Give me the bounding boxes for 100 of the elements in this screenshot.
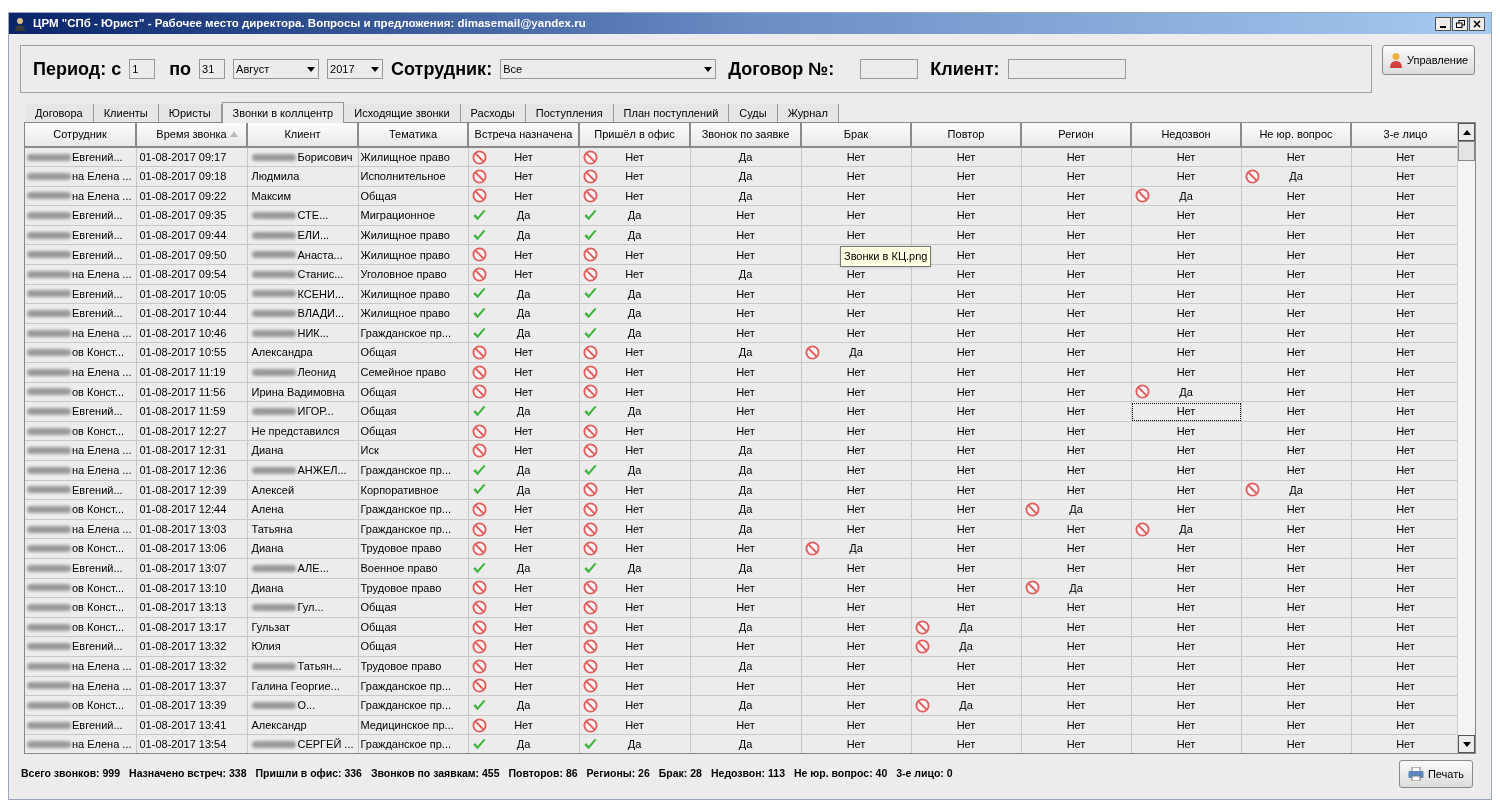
tab[interactable]: Договора — [25, 104, 94, 122]
to-field[interactable]: 31 — [199, 59, 226, 79]
time-cell-text: 01-08-2017 13:37 — [138, 679, 227, 692]
tab[interactable]: Расходы — [460, 104, 526, 122]
flag-cell-text: Нет — [956, 325, 976, 341]
flag-cell-text: Нет — [1066, 404, 1086, 420]
client-cell-text: ИГОР... — [297, 404, 334, 420]
flag-cell-text: Нет — [846, 463, 866, 479]
minimize-button[interactable] — [1435, 16, 1451, 31]
tab[interactable]: Поступления — [525, 104, 614, 122]
flag-cell-text: Нет — [625, 149, 644, 165]
time-cell-text: 01-08-2017 13:06 — [138, 542, 227, 555]
tab[interactable]: Суды — [729, 104, 778, 122]
year-dropdown[interactable]: 2017 — [327, 59, 384, 79]
scroll-thumb[interactable] — [1458, 141, 1475, 161]
summary-stat: Всего звонков: 999 — [21, 766, 121, 782]
employee-cell-text: на Елена ... — [72, 678, 132, 694]
column-header[interactable]: Регион — [1021, 123, 1131, 147]
flag-cell-text: Нет — [956, 423, 976, 439]
employee-cell-text: ов Конст... — [72, 502, 125, 518]
employee-cell-text: Евгений... — [72, 247, 123, 263]
flag-cell-text: Нет — [1396, 580, 1415, 596]
employee-cell-text: ов Конст... — [72, 541, 125, 557]
flag-cell-text: Нет — [1286, 698, 1306, 714]
client-cell-text: Гул... — [297, 600, 324, 616]
flag-cell-text: Да — [738, 561, 753, 576]
tab[interactable]: Юристы — [158, 104, 222, 122]
column-header[interactable]: Сотрудник — [25, 123, 136, 147]
topic-cell-text: Жилищное право — [359, 287, 450, 300]
column-header[interactable]: Не юр. вопрос — [1241, 123, 1351, 147]
flag-cell-text: Нет — [1066, 149, 1086, 165]
flag-cell-text: Нет — [625, 169, 644, 185]
column-header[interactable]: Время звонка — [136, 123, 247, 147]
flag-cell-text: Нет — [1066, 325, 1086, 341]
summary-stat: Пришли в офис: 336 — [255, 766, 362, 782]
flag-cell-text: Да — [738, 463, 753, 479]
time-cell-text: 01-08-2017 12:31 — [138, 444, 227, 457]
flag-cell-text: Да — [627, 227, 642, 243]
flag-cell-text: Нет — [625, 443, 644, 459]
flag-cell-text: Нет — [1066, 619, 1086, 635]
client-cell-text: Не представился — [251, 423, 340, 439]
flag-cell-text: Нет — [736, 365, 755, 381]
flag-cell-text: Нет — [956, 365, 976, 381]
redaction-blur — [27, 427, 71, 435]
flag-cell-text: Нет — [1176, 149, 1196, 165]
column-header[interactable]: Брак — [801, 123, 911, 147]
flag-cell-text: Нет — [1396, 169, 1415, 185]
redaction-blur — [27, 701, 71, 709]
topic-cell-text: Медицинское пр... — [359, 718, 454, 731]
column-header[interactable]: Пришёл в офис — [579, 123, 690, 147]
topic-cell-text: Общая — [359, 189, 397, 202]
topic-cell-text: Гражданское пр... — [359, 464, 451, 477]
close-button[interactable] — [1469, 16, 1485, 31]
column-header[interactable]: Встреча назначена — [468, 123, 579, 147]
tab[interactable]: Исходящие звонки — [344, 104, 461, 122]
flag-cell-text: Нет — [625, 639, 644, 655]
employee-cell-text: на Елена ... — [72, 737, 132, 753]
flag-cell-text: Нет — [1066, 443, 1086, 459]
flag-cell-text: Нет — [846, 384, 866, 400]
employee-dropdown[interactable]: Все — [500, 59, 717, 79]
flag-cell-text: Нет — [514, 365, 533, 381]
flag-cell-text: Нет — [1396, 384, 1415, 400]
scroll-up-button[interactable] — [1458, 123, 1475, 141]
from-field[interactable]: 1 — [129, 59, 156, 79]
restore-icon — [1455, 19, 1465, 28]
flag-cell-text: Нет — [514, 659, 533, 674]
client-cell-text: Ирина Вадимовна — [251, 384, 345, 400]
tab[interactable]: Звонки в коллцентр — [221, 102, 345, 123]
client-cell-text: Максим — [251, 188, 292, 204]
flag-cell-text: Нет — [846, 482, 866, 498]
flag-cell-text: Да — [516, 737, 531, 753]
flag-cell-text: Нет — [846, 423, 866, 439]
employee-cell-text: Евгений... — [72, 639, 123, 655]
redaction-blur — [27, 368, 71, 376]
month-dropdown[interactable]: Август — [233, 59, 320, 79]
scroll-down-button[interactable] — [1458, 735, 1475, 753]
flag-cell-text: Нет — [514, 169, 533, 185]
client-field[interactable] — [1007, 59, 1126, 79]
flag-cell-text: Нет — [956, 267, 976, 283]
tab[interactable]: План поступлений — [613, 104, 730, 122]
column-header[interactable]: Тематика — [358, 123, 468, 147]
flag-cell-text: Нет — [956, 521, 976, 537]
redaction-blur — [27, 231, 71, 239]
flag-cell-text: Нет — [846, 717, 866, 733]
column-header[interactable]: Недозвон — [1131, 123, 1241, 147]
time-cell-text: 01-08-2017 10:05 — [138, 287, 227, 300]
contract-field[interactable] — [860, 59, 919, 79]
flag-cell-text: Нет — [1176, 208, 1196, 224]
manage-button[interactable]: Управление — [1382, 45, 1476, 75]
tab[interactable]: Клиенты — [93, 104, 159, 122]
column-header[interactable]: Звонок по заявке — [690, 123, 801, 147]
flag-cell-text: Да — [738, 482, 753, 498]
print-button[interactable]: Печать — [1398, 760, 1473, 788]
column-header[interactable]: Клиент — [247, 123, 358, 147]
column-header[interactable]: Повтор — [911, 123, 1021, 147]
restore-button[interactable] — [1452, 16, 1468, 31]
tab[interactable]: Журнал — [777, 104, 839, 122]
window-title: ЦРМ "СПб - Юрист" - Рабочее место директора. Вопросы и предложения: dimasemail@yandex.ru — [33, 15, 586, 31]
vertical-scrollbar[interactable] — [1457, 123, 1475, 753]
column-header[interactable]: 3-е лицо — [1351, 123, 1458, 147]
